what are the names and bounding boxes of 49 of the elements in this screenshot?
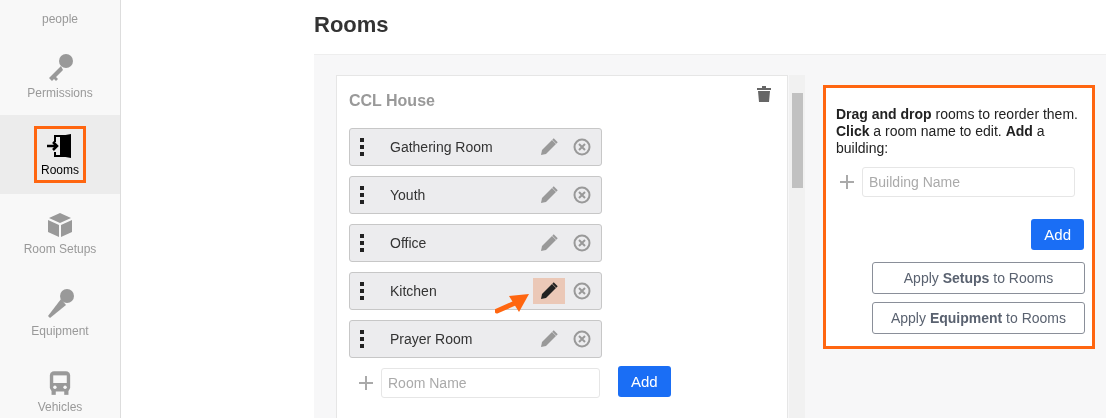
door-icon <box>46 133 74 159</box>
room-row[interactable]: Youth <box>349 176 602 214</box>
add-button[interactable]: Add <box>618 365 671 397</box>
room-row[interactable]: Office <box>349 224 602 262</box>
building-name-field[interactable]: Building Name <box>862 167 1075 197</box>
sidebar-label: Room Setups <box>23 242 97 256</box>
page-title: Rooms <box>314 12 389 38</box>
sidebar-label: Permissions <box>27 86 93 100</box>
drag-handle-icon[interactable] <box>360 330 364 348</box>
pencil-icon <box>540 186 558 204</box>
scrollbar[interactable] <box>789 75 805 418</box>
remove-icon[interactable] <box>573 234 591 252</box>
bus-icon <box>49 370 71 396</box>
sidebar-label: Rooms <box>41 163 79 177</box>
help-text: Drag and drop rooms to reorder them. Click a room name to edit. Add a building: <box>836 106 1079 157</box>
room-name[interactable]: Prayer Room <box>390 331 533 347</box>
remove-icon[interactable] <box>573 330 591 348</box>
add-button[interactable]: Add <box>1031 219 1084 250</box>
drag-handle-icon[interactable] <box>360 234 364 252</box>
pencil-icon <box>540 234 558 252</box>
drag-handle-icon[interactable] <box>360 282 364 300</box>
room-name[interactable]: Kitchen <box>390 283 533 299</box>
drag-handle-icon[interactable] <box>360 186 364 204</box>
sidebar-label: Equipment <box>31 324 89 338</box>
room-row[interactable]: Gathering Room <box>349 128 602 166</box>
pencil-icon <box>540 138 558 156</box>
remove-icon[interactable] <box>573 186 591 204</box>
room-name[interactable]: Office <box>390 235 533 251</box>
sidebar-item[interactable]: Rooms <box>0 115 120 194</box>
arrow-icon <box>495 292 531 314</box>
room-name[interactable]: Gathering Room <box>390 139 533 155</box>
room-row[interactable]: Prayer Room <box>349 320 602 358</box>
remove-icon[interactable] <box>573 138 591 156</box>
sidebar-label: people <box>41 11 78 26</box>
apply-button[interactable]: Apply Equipment to Rooms <box>872 302 1085 334</box>
remove-icon[interactable] <box>573 282 591 300</box>
room-name[interactable]: Youth <box>390 187 533 203</box>
plus-icon <box>359 376 373 390</box>
scroll-thumb[interactable] <box>792 93 803 188</box>
pencil-icon <box>540 282 558 300</box>
trash-icon[interactable] <box>757 86 771 102</box>
pencil-icon <box>540 330 558 348</box>
microphone-icon <box>45 288 75 320</box>
apply-button[interactable]: Apply Setups to Rooms <box>872 262 1085 294</box>
plus-icon <box>840 175 854 189</box>
room-name-field[interactable]: Room Name <box>381 368 600 398</box>
box-icon <box>47 212 73 238</box>
sidebar-label: Vehicles <box>37 400 83 414</box>
drag-handle-icon[interactable] <box>360 138 364 156</box>
